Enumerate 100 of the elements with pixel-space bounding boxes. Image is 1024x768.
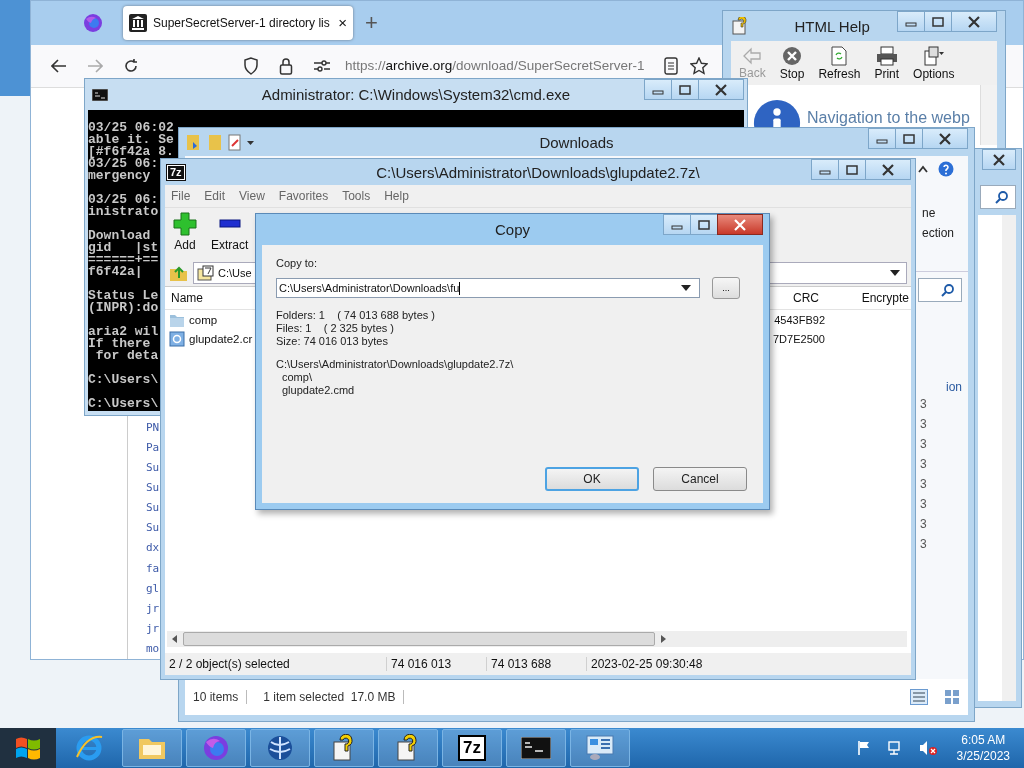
column-header[interactable]: Name (165, 291, 203, 305)
scroll-right-icon[interactable] (659, 635, 667, 643)
address-field[interactable]: https://archive.org/download/SuperSecretServer-1 (345, 56, 645, 75)
browser-tab[interactable]: SuperSecretServer-1 directory lis × (123, 5, 353, 40)
network-icon[interactable] (886, 740, 903, 756)
ribbon-command[interactable]: ection (922, 226, 955, 240)
scroll-thumb[interactable] (183, 632, 655, 646)
browser-logo-icon[interactable] (83, 12, 103, 33)
crc-cell: 4543FB92 (774, 313, 825, 326)
search-field[interactable] (918, 278, 962, 302)
reload-icon[interactable] (123, 57, 139, 74)
maximize-icon (698, 219, 710, 230)
help-message: Navigation to the webp (807, 109, 970, 127)
flag-icon[interactable] (856, 740, 871, 756)
horizontal-scrollbar[interactable] (167, 631, 907, 647)
minimize-button[interactable] (897, 11, 925, 32)
menu-item[interactable]: View (239, 189, 265, 203)
toolbar-button[interactable]: Stop (779, 45, 805, 81)
close-button[interactable] (982, 149, 1016, 170)
menu-item[interactable]: Tools (342, 189, 371, 203)
page-link[interactable]: Pa (146, 437, 160, 459)
ribbon-command[interactable]: ne (922, 206, 936, 220)
tiles-view-icon[interactable] (944, 689, 960, 705)
cancel-button[interactable]: Cancel (653, 467, 747, 491)
column-header[interactable]: Encrypte (855, 291, 911, 305)
page-link[interactable]: mo (146, 638, 160, 659)
ok-button[interactable]: OK (545, 467, 639, 491)
page-link[interactable]: jr (146, 618, 160, 639)
back-icon[interactable] (51, 58, 67, 73)
page-link[interactable]: Su (146, 498, 160, 519)
maximize-button[interactable] (895, 128, 923, 149)
toolbar-button[interactable]: Extract (211, 212, 249, 256)
minimize-button[interactable] (868, 128, 896, 149)
scroll-left-icon[interactable] (171, 635, 179, 643)
page-link[interactable]: dx (146, 538, 160, 559)
new-tab-button[interactable]: + (365, 9, 378, 36)
star-icon[interactable] (690, 56, 709, 75)
taskbar-button[interactable] (570, 729, 630, 767)
page-link[interactable]: Su (146, 458, 160, 479)
browse-button[interactable]: ... (712, 277, 740, 299)
clock-time[interactable]: 6:05 AM (961, 732, 1006, 748)
console-line: inistrato (88, 206, 159, 218)
close-button[interactable] (717, 214, 763, 235)
page-link[interactable]: fa (146, 558, 160, 579)
scrollbar[interactable] (980, 85, 997, 145)
archive-file-icon (197, 265, 215, 281)
close-button[interactable] (698, 79, 744, 100)
search-field[interactable] (980, 185, 1016, 209)
maximize-button[interactable] (671, 79, 699, 100)
file-size: 3 (920, 496, 927, 513)
dropdown-arrow-icon[interactable] (890, 270, 900, 276)
close-button[interactable] (865, 159, 911, 180)
maximize-button[interactable] (690, 214, 718, 235)
taskbar-button[interactable]: 7z (442, 729, 502, 767)
maximize-button[interactable] (924, 11, 952, 32)
taskbar-button[interactable] (506, 729, 566, 767)
toolbar-button[interactable]: Options (913, 45, 955, 81)
minimize-button[interactable] (811, 159, 839, 180)
page-link[interactable]: PN (146, 417, 160, 438)
menu-item[interactable]: Help (384, 189, 409, 203)
taskbar-button[interactable] (314, 729, 374, 767)
close-tab-button[interactable]: × (338, 14, 347, 32)
minimize-button[interactable] (663, 214, 691, 235)
taskbar-button[interactable] (378, 729, 438, 767)
menu-item[interactable]: Edit (204, 189, 226, 203)
toolbar-button[interactable]: Add (173, 212, 197, 256)
shield-icon[interactable] (243, 56, 259, 75)
start-button[interactable] (0, 728, 56, 768)
toolbar-button[interactable]: Print (874, 45, 900, 81)
file-size: 3 (920, 516, 927, 533)
speaker-muted-icon[interactable] (918, 740, 939, 756)
lock-icon[interactable] (279, 56, 293, 75)
menu-item[interactable]: Favorites (278, 189, 329, 203)
close-button[interactable] (951, 11, 997, 32)
page-link[interactable]: jr (146, 598, 160, 619)
reader-icon[interactable] (664, 56, 679, 75)
close-button[interactable] (922, 128, 968, 149)
menu-item[interactable]: File (171, 189, 191, 203)
sliders-icon[interactable] (313, 58, 331, 73)
help-icon[interactable] (938, 161, 954, 177)
stop-icon (782, 45, 803, 66)
destination-field[interactable]: C:\Users\Administrator\Downloads\fu (276, 278, 700, 298)
column-header[interactable]: CRC (787, 291, 825, 305)
maximize-button[interactable] (838, 159, 866, 180)
clock-date[interactable]: 3/25/2023 (956, 748, 1010, 764)
tab-title: SuperSecretServer-1 directory lis (153, 15, 331, 30)
file-name: comp (189, 313, 218, 326)
chevron-up-icon[interactable] (918, 165, 928, 173)
taskbar-button[interactable] (250, 729, 310, 767)
file-size: 3 (920, 396, 927, 413)
folder-up-icon[interactable] (169, 264, 189, 282)
nav-link[interactable]: ion (946, 380, 962, 394)
options-icon (922, 45, 945, 66)
page-link[interactable]: Su (146, 478, 160, 499)
item-name: glupdate2.cmd (282, 384, 355, 397)
page-link[interactable]: gl (146, 578, 160, 599)
dropdown-arrow-icon[interactable] (681, 285, 691, 291)
toolbar-button[interactable]: Refresh (818, 45, 861, 81)
page-link[interactable]: Su (146, 518, 160, 539)
scrollbar[interactable] (1002, 215, 1016, 701)
